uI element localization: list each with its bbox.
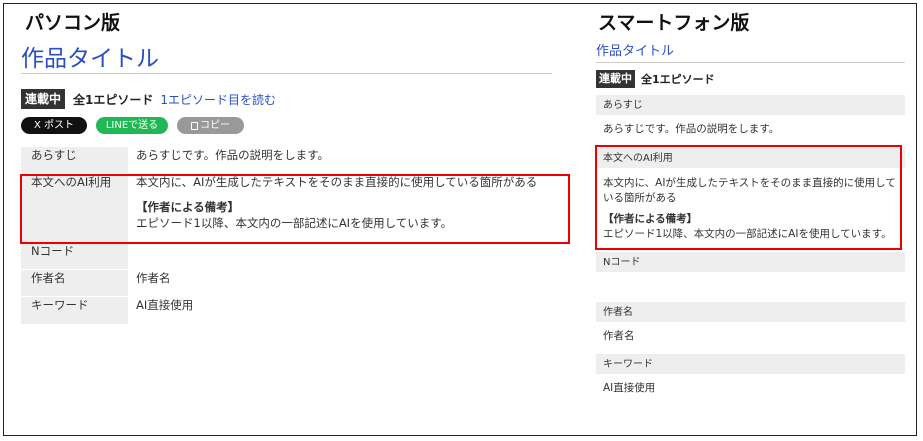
sp-title-divider: [596, 62, 905, 63]
ncode-value: [128, 243, 552, 270]
table-row: Nコード: [21, 242, 552, 270]
sp-synopsis-label: あらすじ: [596, 95, 905, 115]
sp-work-title[interactable]: 作品タイトル: [596, 40, 674, 59]
pc-heading: パソコン版: [25, 12, 121, 34]
copy-button[interactable]: コピー: [177, 117, 244, 134]
sp-status-row: 連載中 全1エピソード: [596, 70, 715, 88]
author-value[interactable]: 作者名: [128, 270, 552, 297]
author-label: 作者名: [21, 269, 128, 297]
sp-serial-badge: 連載中: [596, 70, 635, 88]
synopsis-value: あらすじです。作品の説明をします。: [136, 148, 329, 162]
sp-ncode-label: Nコード: [596, 252, 905, 272]
sp-author-section: 作者名 作者名: [596, 302, 905, 351]
table-row: キーワード AI直接使用: [21, 296, 552, 324]
sp-ncode-section: Nコード: [596, 252, 905, 272]
serial-badge: 連載中: [21, 89, 66, 109]
keyword-label: キーワード: [21, 296, 128, 324]
sp-keyword-value[interactable]: AI直接使用: [596, 374, 905, 403]
table-row: 作者名 作者名: [21, 269, 552, 297]
sp-synopsis-value: あらすじです。作品の説明をします。: [603, 123, 780, 135]
pc-work-title[interactable]: 作品タイトル: [21, 39, 159, 73]
sp-ai-highlight-box: [595, 145, 902, 250]
share-buttons: X ポスト LINEで送る コピー: [21, 117, 244, 134]
sp-author-value[interactable]: 作者名: [596, 322, 905, 351]
table-row: あらすじ あらすじです。作品の説明をします。: [21, 146, 552, 174]
ncode-label: Nコード: [21, 242, 128, 270]
sp-keyword-section: キーワード AI直接使用: [596, 354, 905, 403]
sp-author-label: 作者名: [596, 302, 905, 322]
sp-heading: スマートフォン版: [598, 12, 750, 34]
sp-keyword-label: キーワード: [596, 354, 905, 374]
synopsis-label: あらすじ: [21, 146, 128, 174]
sp-synopsis-section: あらすじ あらすじです。作品の説明をします。: [596, 95, 905, 144]
copy-icon: [191, 121, 198, 130]
episode-count: 全1エピソード: [73, 92, 154, 107]
x-post-button[interactable]: X ポスト: [21, 117, 87, 134]
pc-status-row: 連載中 全1エピソード 1エピソード目を読む: [21, 89, 276, 109]
pc-title-divider: [21, 73, 552, 74]
line-send-button[interactable]: LINEで送る: [96, 117, 168, 134]
sp-episode-count: 全1エピソード: [641, 73, 715, 86]
read-first-episode-link[interactable]: 1エピソード目を読む: [160, 91, 276, 108]
keyword-value[interactable]: AI直接使用: [128, 297, 552, 324]
pc-ai-highlight-box: [20, 174, 570, 244]
copy-label: コピー: [200, 120, 230, 131]
